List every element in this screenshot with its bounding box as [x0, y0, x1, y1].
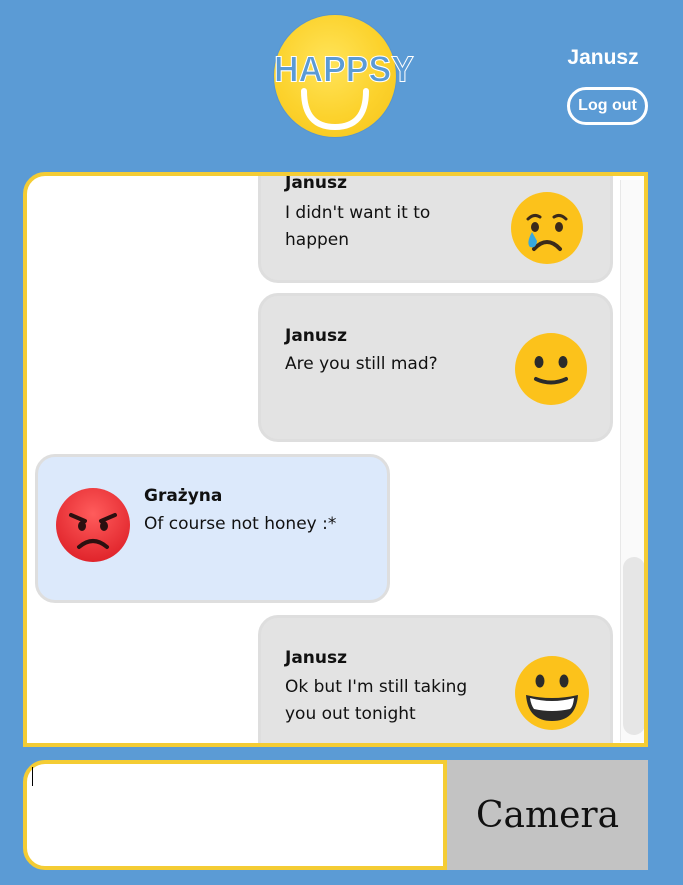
logout-button[interactable]: Log out — [567, 87, 648, 125]
chat-messages-panel[interactable]: Janusz I didn't want it to happen Janusz… — [23, 172, 648, 747]
message-bubble: Janusz Are you still mad? — [258, 293, 613, 442]
message-sender: Janusz — [285, 648, 348, 668]
grinning-face-icon — [515, 656, 589, 730]
message-sender: Grażyna — [144, 486, 223, 506]
message-sender: Janusz — [285, 173, 348, 193]
crying-face-icon — [511, 192, 583, 264]
message-text: I didn't want it to happen — [285, 203, 431, 250]
message-input[interactable] — [23, 760, 447, 870]
angry-face-icon — [56, 488, 130, 562]
message-text: Of course not honey :* — [144, 514, 337, 534]
slightly-smiling-face-icon — [515, 333, 587, 405]
logo-text: HAPPSY — [274, 50, 415, 91]
message-bubble: Janusz I didn't want it to happen — [258, 173, 613, 283]
message-bubble: Grażyna Of course not honey :* — [35, 454, 390, 603]
happsy-logo: HAPPSY — [274, 15, 415, 137]
chat-scrollbar-thumb[interactable] — [623, 557, 644, 735]
message-text: Are you still mad? — [285, 354, 438, 374]
message-sender: Janusz — [285, 326, 348, 346]
message-bubble: Janusz Ok but I'm still taking you out t… — [258, 615, 613, 743]
message-text: Ok but I'm still taking you out tonight — [285, 677, 468, 724]
camera-button[interactable]: Camera — [447, 760, 648, 870]
text-cursor — [32, 767, 33, 786]
current-username: Janusz — [567, 46, 639, 69]
